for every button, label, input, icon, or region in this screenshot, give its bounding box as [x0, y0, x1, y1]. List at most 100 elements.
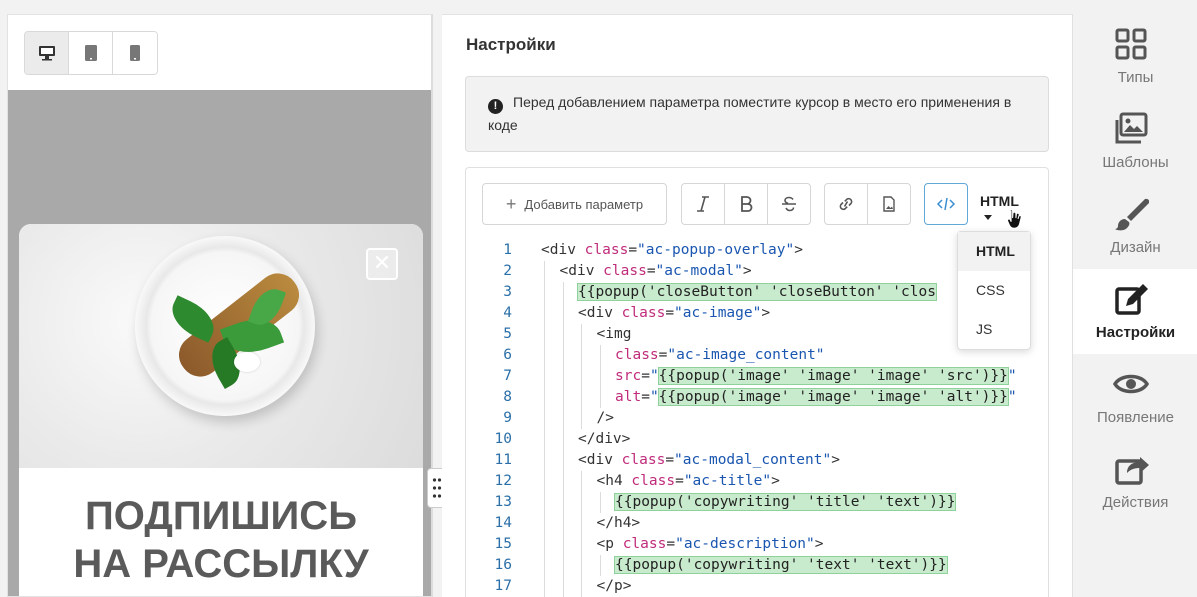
bold-button[interactable]: [724, 183, 768, 225]
code-token: class: [631, 473, 676, 489]
code-text: alt="{{popup('image' 'image' 'image' 'al…: [615, 387, 1017, 408]
drag-dots-icon: [432, 478, 442, 498]
code-line[interactable]: 7 src="{{popup('image' 'image' 'image' 's…: [466, 366, 1048, 387]
code-line[interactable]: 12 <h4 class="ac-title">: [466, 471, 1048, 492]
indent-guide: [544, 408, 545, 429]
indent-guide: [562, 576, 564, 597]
link-icon: [839, 197, 853, 211]
tablet-icon: [84, 45, 97, 61]
nav-item-grid[interactable]: Типы: [1073, 14, 1197, 99]
code-text: <div class="ac-modal">: [560, 261, 752, 282]
line-number: 10: [494, 431, 512, 447]
strikethrough-button[interactable]: [767, 183, 811, 225]
code-line[interactable]: 14 </h4>: [466, 513, 1048, 534]
italic-button[interactable]: [681, 183, 725, 225]
indent-guide: [599, 555, 601, 576]
add-parameter-button[interactable]: + Добавить параметр: [482, 183, 667, 225]
code-line[interactable]: 13 {{popup('copywriting' 'title' 'text')}…: [466, 492, 1048, 513]
code-token: >: [794, 242, 803, 258]
code-token: "ac-modal_content": [674, 452, 832, 468]
code-line[interactable]: 15 <p class="ac-description">: [466, 534, 1048, 555]
indent-guide: [581, 471, 582, 492]
code-line[interactable]: 17 </p>: [466, 576, 1048, 597]
indent-guide: [544, 555, 545, 576]
code-token: =: [646, 263, 656, 279]
preview-panel: ✕ ПОДПИШИСЬ НА РАССЫЛКУ: [7, 14, 433, 597]
code-line[interactable]: 9 />: [466, 408, 1048, 429]
nav-item-brush[interactable]: Дизайн: [1073, 184, 1197, 269]
preview-canvas: ✕ ПОДПИШИСЬ НА РАССЫЛКУ: [8, 90, 431, 596]
eye-icon: [1113, 374, 1149, 394]
code-token: "ac-modal": [655, 263, 743, 279]
indent-guide: [581, 324, 582, 345]
indent-guide: [544, 513, 545, 534]
indent-guide: [562, 366, 564, 387]
indent-guide: [544, 534, 545, 555]
code-token: ": [649, 368, 659, 384]
nav-label: Настройки: [1095, 324, 1176, 341]
nav-item-images[interactable]: Шаблоны: [1073, 99, 1197, 184]
code-text: class="ac-image_content": [615, 345, 825, 366]
code-token: =: [641, 368, 650, 384]
notice-text: Перед добавлением параметра поместите ку…: [488, 94, 1012, 133]
mobile-view-button[interactable]: [113, 32, 157, 74]
code-line[interactable]: 8 alt="{{popup('image' 'image' 'image' 'a…: [466, 387, 1048, 408]
popup-close-button[interactable]: ✕: [366, 248, 398, 280]
line-number: 6: [503, 347, 512, 363]
nav-item-share[interactable]: Действия: [1073, 439, 1197, 524]
add-parameter-label: Добавить параметр: [524, 196, 644, 212]
desktop-view-button[interactable]: [25, 32, 69, 74]
indent-guide: [562, 534, 564, 555]
popup-preview: ✕ ПОДПИШИСЬ НА РАССЫЛКУ: [19, 224, 423, 596]
indent-guide: [562, 387, 564, 408]
indent-guide: [581, 387, 582, 408]
line-number: 9: [503, 410, 512, 426]
indent-guide: [562, 450, 564, 471]
dropdown-option-css[interactable]: CSS: [958, 271, 1030, 310]
indent-guide: [562, 345, 564, 366]
tablet-view-button[interactable]: [69, 32, 113, 74]
link-button[interactable]: [824, 183, 868, 225]
indent-guide: [581, 366, 582, 387]
image-file-icon: [883, 196, 895, 212]
template-token: {{popup('image' 'image' 'image' 'alt')}}: [657, 388, 1009, 406]
code-token: </h4>: [596, 515, 641, 531]
indent-guide: [544, 303, 545, 324]
settings-title: Настройки: [466, 35, 556, 54]
indent-guide: [562, 513, 564, 534]
code-token: <p: [596, 536, 623, 552]
nav-item-edit[interactable]: Настройки: [1073, 269, 1197, 354]
code-text: <p class="ac-description">: [597, 534, 824, 555]
images-icon: [1115, 112, 1148, 144]
line-number: 13: [494, 494, 512, 510]
indent-guide: [544, 471, 545, 492]
code-line[interactable]: 16 {{popup('copywriting' 'text' 'text')}}: [466, 555, 1048, 576]
code-text: <img: [597, 324, 632, 345]
line-number: 12: [494, 473, 512, 489]
code-text: src="{{popup('image' 'image' 'image' 'sr…: [615, 366, 1017, 387]
dropdown-option-js[interactable]: JS: [958, 310, 1030, 349]
code-line[interactable]: 10 </div>: [466, 429, 1048, 450]
line-number: 16: [494, 557, 512, 573]
image-button[interactable]: [867, 183, 911, 225]
code-token: =: [641, 389, 650, 405]
dropdown-option-html[interactable]: HTML: [958, 232, 1030, 271]
code-token: <div: [578, 305, 622, 321]
code-view-button[interactable]: [924, 183, 968, 225]
nav-item-eye[interactable]: Появление: [1073, 354, 1197, 439]
code-token: =: [666, 536, 676, 552]
indent-guide: [581, 492, 582, 513]
egg-shape: [234, 352, 260, 372]
code-line[interactable]: 11 <div class="ac-modal_content">: [466, 450, 1048, 471]
indent-guide: [599, 492, 601, 513]
line-number: 14: [494, 515, 512, 531]
code-text: </p>: [597, 576, 632, 597]
indent-guide: [599, 345, 601, 366]
code-token: alt: [615, 389, 642, 405]
code-token: class: [621, 452, 666, 468]
line-number: 5: [503, 326, 512, 342]
line-number: 15: [494, 536, 512, 552]
code-token: "ac-description": [675, 536, 815, 552]
code-token: "ac-title": [683, 473, 772, 489]
indent-guide: [562, 555, 564, 576]
